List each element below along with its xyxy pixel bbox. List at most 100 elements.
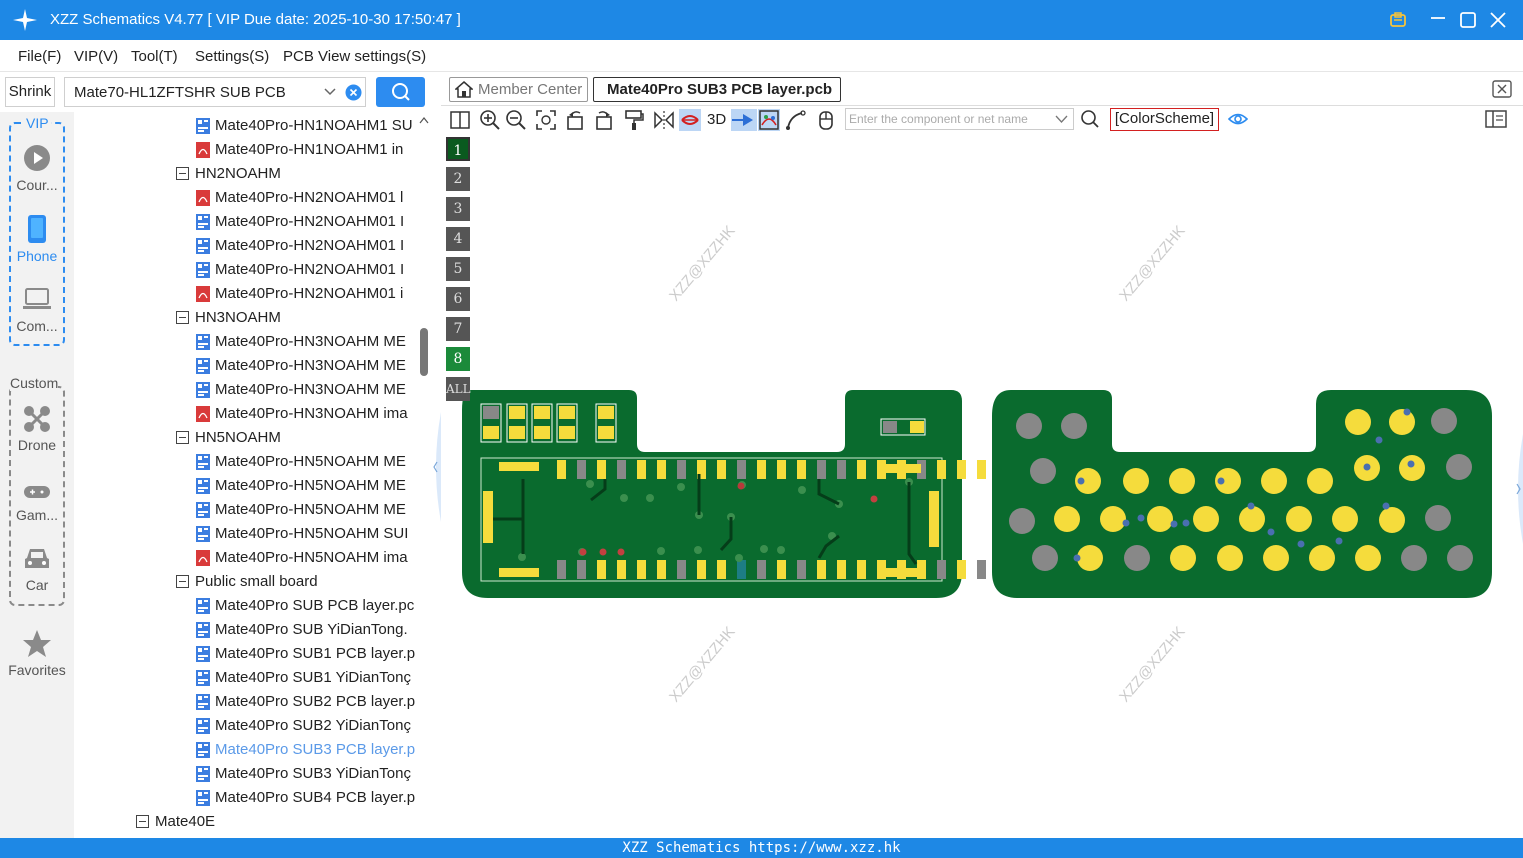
tree-file-item[interactable]: Mate40Pro SUB2 PCB layer.p (74, 690, 417, 714)
collapse-panel-icon[interactable] (431, 412, 441, 522)
tree-folder-item[interactable]: Mate40E (74, 810, 417, 834)
rail-item-courses[interactable]: Cour... (0, 144, 74, 196)
menu-settings[interactable]: Settings(S) (195, 48, 269, 65)
tree-file-item[interactable]: Mate40Pro-HN5NOAHM ME (74, 474, 417, 498)
side-panel-icon[interactable] (1485, 110, 1507, 128)
tab-member-center[interactable]: Member Center (449, 77, 588, 102)
rail-item-car[interactable]: Car (0, 546, 74, 596)
tree-file-item[interactable]: Mate40Pro-HN2NOAHM01 l (74, 186, 417, 210)
collapse-icon[interactable] (176, 431, 189, 444)
tree-file-item[interactable]: Mate40Pro-HN5NOAHM ME (74, 450, 417, 474)
connector-pad (697, 560, 706, 579)
net-search-icon[interactable] (1080, 109, 1100, 129)
tree-file-item[interactable]: Mate40Pro-HN3NOAHM ME (74, 354, 417, 378)
tree-file-item[interactable]: Mate40Pro-HN2NOAHM01 i (74, 282, 417, 306)
tree-file-item[interactable]: Mate40Pro SUB YiDianTong. (74, 618, 417, 642)
shrink-button[interactable]: Shrink (5, 77, 55, 107)
tree-item-label: Mate40Pro-HN2NOAHM01 l (215, 189, 404, 206)
layer-button-5[interactable]: 5 (446, 257, 470, 281)
split-view-icon[interactable] (449, 109, 471, 131)
rotate-right-icon[interactable] (592, 109, 614, 131)
layer-button-all[interactable]: ALL (446, 377, 471, 401)
menu-file[interactable]: File(F) (18, 48, 61, 65)
view-3d-button[interactable]: 3D (707, 111, 726, 128)
collapse-icon[interactable] (176, 167, 189, 180)
zoom-out-icon[interactable] (505, 109, 527, 131)
tree-file-item[interactable]: Mate40Pro SUB4 PCB layer.p (74, 786, 417, 810)
tree-file-item[interactable]: Mate40Pro-HN3NOAHM ME (74, 330, 417, 354)
layer-overlay-icon[interactable] (758, 109, 780, 131)
rail-item-computer[interactable]: Com... (0, 286, 74, 338)
mirror-icon[interactable] (653, 109, 675, 131)
layer-button-4[interactable]: 4 (446, 227, 470, 251)
collapse-icon[interactable] (176, 575, 189, 588)
tab-active-pcb[interactable]: Mate40Pro SUB3 PCB layer.pcb (593, 77, 841, 102)
chevron-down-icon[interactable] (1055, 114, 1068, 124)
tree-folder-item[interactable]: HN5NOAHM (74, 426, 417, 450)
tree-file-item[interactable]: Mate40Pro-HN5NOAHM ME (74, 498, 417, 522)
pin-arrow-icon[interactable] (731, 109, 757, 131)
pcb-canvas[interactable] (441, 134, 1523, 838)
tree-file-item[interactable]: Mate40Pro-HN2NOAHM01 I (74, 258, 417, 282)
tree-scroll-thumb[interactable] (420, 328, 428, 376)
minimize-button[interactable] (1426, 8, 1450, 32)
tree-file-item[interactable]: Mate40Pro SUB PCB layer.pc (74, 594, 417, 618)
close-button[interactable] (1486, 8, 1510, 32)
tree-file-item[interactable]: Mate40Pro-HN3NOAHM ME (74, 378, 417, 402)
rail-item-phone[interactable]: Phone (0, 214, 74, 266)
draw-trace-icon[interactable] (785, 109, 807, 131)
net-search-input[interactable]: Enter the component or net name (845, 108, 1074, 130)
zoom-in-icon[interactable] (479, 109, 501, 131)
board-select-value: Mate70-HL1ZFTSHR SUB PCB (74, 84, 286, 101)
tree-folder-item[interactable]: HN3NOAHM (74, 306, 417, 330)
tree-file-item[interactable]: Mate40Pro SUB1 PCB layer.p (74, 642, 417, 666)
layer-button-8[interactable]: 8 (446, 347, 470, 371)
collapse-icon[interactable] (136, 815, 149, 828)
tree-file-item[interactable]: Mate40Pro-HN1NOAHM1 SU (74, 114, 417, 138)
search-button[interactable] (376, 77, 425, 107)
board-select[interactable]: Mate70-HL1ZFTSHR SUB PCB (64, 77, 366, 107)
tree-scrollbar[interactable] (417, 112, 431, 838)
format-brush-icon[interactable] (623, 109, 645, 131)
maximize-button[interactable] (1456, 8, 1480, 32)
rail-item-games[interactable]: Gam... (0, 482, 74, 526)
menu-vip[interactable]: VIP(V) (74, 48, 118, 65)
close-all-tabs-icon[interactable] (1492, 80, 1512, 98)
layer-button-1[interactable]: 1 (446, 137, 470, 161)
menu-tool[interactable]: Tool(T) (131, 48, 178, 65)
tree-file-item[interactable]: Mate40Pro-HN1NOAHM1 in (74, 138, 417, 162)
rotate-left-icon[interactable] (565, 109, 587, 131)
scroll-up-icon[interactable] (419, 116, 429, 124)
panel-splitter[interactable] (431, 112, 441, 838)
tree-folder-item[interactable]: Public small board (74, 570, 417, 594)
layer-button-3[interactable]: 3 (446, 197, 470, 221)
fit-screen-icon[interactable] (535, 109, 557, 131)
tree-file-item[interactable]: Mate40Pro SUB3 PCB layer.p (74, 738, 417, 762)
clear-icon[interactable] (345, 84, 362, 101)
tree-file-item[interactable]: Mate40Pro-HN2NOAHM01 I (74, 210, 417, 234)
color-scheme-button[interactable]: [ColorScheme] (1110, 108, 1219, 131)
collapse-icon[interactable] (176, 311, 189, 324)
tree-folder-item[interactable]: HN2NOAHM (74, 162, 417, 186)
tree-file-item[interactable]: Mate40Pro-HN5NOAHM SUI (74, 522, 417, 546)
rail-item-drone[interactable]: Drone (0, 404, 74, 456)
tree-file-item[interactable]: Mate40Pro-HN5NOAHM ima (74, 546, 417, 570)
tree-file-item[interactable]: Mate40Pro SUB1 YiDianTonç (74, 666, 417, 690)
pan-hand-icon[interactable] (815, 109, 837, 131)
tree-file-item[interactable]: Mate40Pro SUB2 YiDianTonç (74, 714, 417, 738)
tree-file-item[interactable]: Mate40Pro SUB3 YiDianTonç (74, 762, 417, 786)
layer-button-7[interactable]: 7 (446, 317, 470, 341)
tree-file-item[interactable]: Mate40Pro-HN3NOAHM ima (74, 402, 417, 426)
tree-file-item[interactable]: Mate40Pro-HN2NOAHM01 I (74, 234, 417, 258)
probe-icon[interactable] (679, 109, 701, 131)
rail-item-favorites[interactable]: Favorites (0, 629, 74, 681)
chevron-down-icon[interactable] (323, 86, 337, 98)
pcb-drawing[interactable] (441, 134, 1523, 838)
visibility-eye-icon[interactable] (1228, 110, 1248, 128)
vip-card-icon[interactable] (1386, 8, 1410, 32)
expand-right-panel-icon[interactable] (1513, 434, 1523, 544)
layer-button-6[interactable]: 6 (446, 287, 470, 311)
layer-button-2[interactable]: 2 (446, 167, 470, 191)
bga-pad (1193, 506, 1219, 532)
menu-pcb-view-settings[interactable]: PCB View settings(S) (283, 48, 426, 65)
